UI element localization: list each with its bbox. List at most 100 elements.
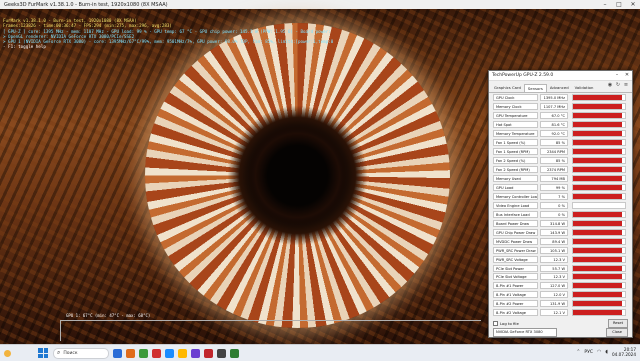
sensor-name[interactable]: Bus Interface Load <box>493 210 538 218</box>
gpu-temperature-graph <box>60 320 481 341</box>
gpuz-minimize-icon[interactable]: – <box>612 71 622 80</box>
sensor-graph <box>572 174 626 182</box>
sensor-value: 127.0 W <box>540 282 568 290</box>
sensor-graph <box>572 264 626 272</box>
language-indicator[interactable]: РУС <box>584 350 593 355</box>
sensor-value: 143.9 W <box>540 228 568 236</box>
sensor-name[interactable]: Memory Controller Load <box>493 192 538 200</box>
pinned-app-icon[interactable] <box>217 348 226 358</box>
close-button[interactable]: Close <box>606 327 628 337</box>
sensor-graph-fill <box>573 220 623 226</box>
minimize-icon[interactable]: – <box>598 0 612 9</box>
pinned-app-icon[interactable] <box>152 348 161 358</box>
log-to-file-label: Log to file <box>500 320 519 326</box>
sensor-name[interactable]: 8-Pin #2 Power <box>493 300 538 308</box>
sensor-name[interactable]: GPU Temperature <box>493 111 538 119</box>
pinned-app-icon[interactable] <box>139 348 148 358</box>
sensor-name[interactable]: GPU Clock <box>493 93 538 101</box>
start-button[interactable] <box>38 348 48 358</box>
gpuz-close-icon[interactable]: ✕ <box>622 71 632 80</box>
sensor-value: 12.0 V <box>540 291 568 299</box>
sensor-name[interactable]: Board Power Draw <box>493 219 538 227</box>
close-icon[interactable]: ✕ <box>626 0 640 9</box>
sensor-name[interactable]: 8-Pin #2 Voltage <box>493 309 538 317</box>
sensor-graph <box>572 255 626 263</box>
volume-icon[interactable]: ◖ <box>605 349 608 355</box>
sensor-graph-fill <box>573 238 623 244</box>
sensor-name[interactable]: PCIe Slot Voltage <box>493 273 538 281</box>
sensor-name[interactable]: Memory Temperature <box>493 129 538 137</box>
sensor-name[interactable]: PWR_SRC Voltage <box>493 255 538 263</box>
sensor-graph-fill <box>573 121 623 127</box>
sensor-value: 12.3 V <box>540 255 568 263</box>
sensor-row: 8-Pin #2 Power 131.9 W <box>493 300 628 309</box>
furmark-titlebar[interactable]: Geeks3D FurMark v1.38.1.0 - Burn-in test… <box>0 0 640 9</box>
windows-logo-icon <box>38 353 43 358</box>
tray-chevron-icon[interactable]: ⌃ <box>576 349 580 355</box>
gpu-graph-label: GPU 1: 67°C (min: 47°C - max: 68°C) <box>66 313 151 318</box>
tab-validation[interactable]: Validation <box>572 84 597 92</box>
sensor-name[interactable]: Memory Clock <box>493 102 538 110</box>
camera-icon[interactable]: ◉ <box>607 82 613 88</box>
sensor-graph-fill <box>573 310 623 316</box>
sensor-name[interactable]: 8-Pin #1 Power <box>493 282 538 290</box>
sensor-row: PWR_SRC Power Draw 105.1 W <box>493 246 628 255</box>
sensor-name[interactable]: 8-Pin #1 Voltage <box>493 291 538 299</box>
sensor-row: PWR_SRC Voltage 12.3 V <box>493 255 628 264</box>
sensor-graph <box>572 111 626 119</box>
sensor-name[interactable]: GPU Load <box>493 183 538 191</box>
pinned-app-icon[interactable] <box>204 348 213 358</box>
pinned-app-icon[interactable] <box>165 348 174 358</box>
sensor-graph <box>572 201 626 209</box>
gpu-device-select[interactable]: NVIDIA GeForce RTX 3080 <box>493 327 557 337</box>
system-tray: ⌃ РУС ◠ ◖ 20:17 04.07.2024 <box>576 347 636 357</box>
fur-donut-render <box>145 23 450 328</box>
sensor-name[interactable]: Fan 1 Speed (RPM) <box>493 147 538 155</box>
sensor-name[interactable]: Fan 2 Speed (%) <box>493 156 538 164</box>
sensor-graph-fill <box>573 139 623 145</box>
sensor-graph-fill <box>573 175 623 181</box>
sensor-name[interactable]: Fan 2 Speed (RPM) <box>493 165 538 173</box>
sensor-value: 89.4 W <box>540 237 568 245</box>
reset-button[interactable]: Reset <box>607 318 628 328</box>
sensor-name[interactable]: Video Engine Load <box>493 201 538 209</box>
pinned-app-icon[interactable] <box>126 348 135 358</box>
pinned-app-icon[interactable] <box>230 348 239 358</box>
maximize-icon[interactable]: □ <box>612 0 626 9</box>
menu-icon[interactable]: ≡ <box>623 82 629 88</box>
sensor-row: PCIe Slot Voltage 12.3 V <box>493 273 628 282</box>
clock[interactable]: 20:17 04.07.2024 <box>612 347 636 357</box>
sensor-graph <box>572 183 626 191</box>
sensor-name[interactable]: Memory Used <box>493 174 538 182</box>
refresh-icon[interactable]: ↻ <box>615 82 621 88</box>
wifi-icon[interactable]: ◠ <box>597 349 601 355</box>
pinned-app-icon[interactable] <box>191 348 200 358</box>
sensor-row: Memory Controller Load 7 % <box>493 192 628 201</box>
sensor-name[interactable]: MVDDC Power Draw <box>493 237 538 245</box>
sensor-graph-fill <box>573 94 623 100</box>
sensor-name[interactable]: PCIe Slot Power <box>493 264 538 272</box>
weather-widget[interactable] <box>4 349 32 357</box>
sensor-name[interactable]: Hot Spot <box>493 120 538 128</box>
pinned-app-icon[interactable] <box>113 348 122 358</box>
log-to-file-checkbox[interactable] <box>493 320 498 326</box>
search-placeholder: Поиск <box>63 350 78 356</box>
tab-advanced[interactable]: Advanced <box>547 84 572 92</box>
sensor-name[interactable]: PWR_SRC Power Draw <box>493 246 538 254</box>
sensor-value: 7 % <box>540 192 568 200</box>
tab-graphics-card[interactable]: Graphics Card <box>491 84 524 92</box>
gpuz-titlebar[interactable]: TechPowerUp GPU-Z 2.59.0 – ✕ <box>489 71 632 81</box>
sensor-graph-fill <box>573 148 623 154</box>
pinned-app-icon[interactable] <box>178 348 187 358</box>
gpuz-window[interactable]: TechPowerUp GPU-Z 2.59.0 – ✕ Graphics Ca… <box>488 70 633 338</box>
sensor-row: Bus Interface Load 0 % <box>493 210 628 219</box>
sensor-value: 99 % <box>540 183 568 191</box>
sensor-row: Memory Temperature 92.0 °C <box>493 129 628 138</box>
sensor-name[interactable]: Fan 1 Speed (%) <box>493 138 538 146</box>
sensor-graph <box>572 282 626 290</box>
tab-sensors[interactable]: Sensors <box>523 84 547 92</box>
sensor-graph <box>572 291 626 299</box>
taskbar-search[interactable]: ⌕ Поиск <box>53 347 109 359</box>
sensor-name[interactable]: GPU Chip Power Draw <box>493 228 538 236</box>
sensor-graph-fill <box>573 184 623 190</box>
